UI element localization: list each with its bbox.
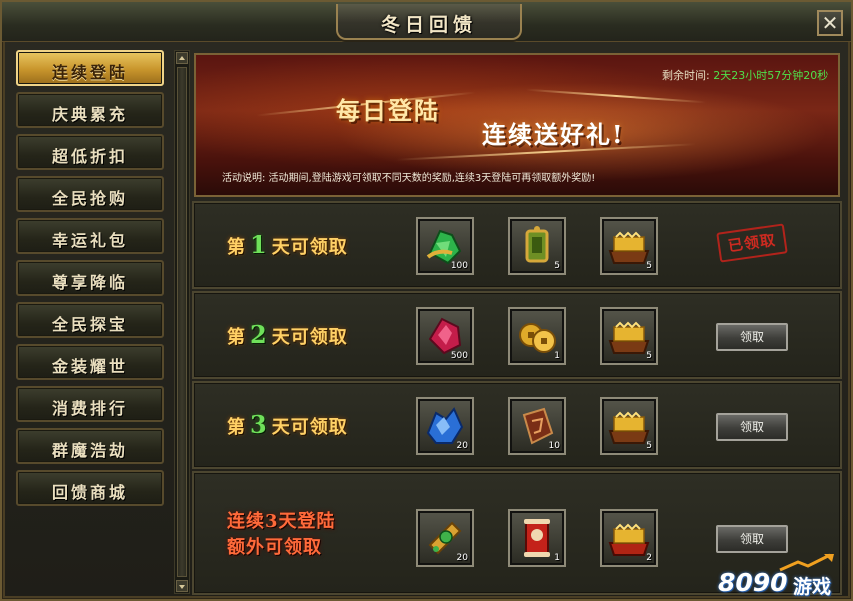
reward-slot[interactable]: 20 [416, 397, 474, 455]
scroll-down-icon[interactable] [176, 580, 188, 592]
item-count: 1 [554, 553, 560, 563]
event-window: 冬日回馈 ✕ 连续登陆 庆典累充 超低折扣 全民抢购 幸运礼包 尊享降临 全民探… [0, 0, 853, 601]
scroll-thumb[interactable] [177, 67, 187, 577]
gold-chest-icon [608, 411, 650, 444]
item-count: 20 [456, 441, 468, 451]
sidebar-item-celebration-recharge[interactable]: 庆典累充 [16, 92, 164, 128]
reward-slot[interactable]: 1 [508, 509, 566, 567]
light-streak [526, 88, 706, 104]
reward-slot[interactable]: 5 [600, 217, 658, 275]
item-count: 5 [646, 351, 652, 361]
scrollbar[interactable] [174, 50, 190, 594]
sidebar-item-flash-sale[interactable]: 全民抢购 [16, 176, 164, 212]
title-bar: 冬日回馈 ✕ [2, 2, 851, 42]
red-chest-icon [608, 523, 650, 556]
sidebar-item-label: 超低折扣 [51, 147, 128, 166]
item-count: 20 [456, 553, 468, 563]
sidebar-item-vip-arrival[interactable]: 尊享降临 [16, 260, 164, 296]
item-count: 500 [450, 351, 468, 361]
item-count: 10 [548, 441, 560, 451]
claim-button-day-2[interactable]: 领取 [716, 323, 788, 351]
site-watermark: 8090 游戏 [718, 550, 850, 598]
sidebar-item-label: 全民抢购 [51, 189, 128, 208]
item-count: 5 [646, 441, 652, 451]
watermark-text: 游戏 [793, 576, 832, 598]
item-count: 5 [646, 261, 652, 271]
banner-headline: 每日登陆 [336, 96, 440, 125]
gold-chest-icon [608, 321, 650, 354]
item-count: 1 [554, 351, 560, 361]
jade-token-icon [525, 226, 549, 263]
countdown-timer: 剩余时间: 2天23小时57分钟20秒 [662, 69, 829, 82]
reward-slot[interactable]: 2 [600, 509, 658, 567]
row-label: 第 1 天可领取 [227, 230, 348, 259]
reward-slot[interactable]: 500 [416, 307, 474, 365]
sidebar-item-label: 消费排行 [51, 399, 128, 418]
sidebar-item-treasure-hunt[interactable]: 全民探宝 [16, 302, 164, 338]
bonus-label: 连续3天登陆 额外可领取 [227, 509, 336, 561]
sidebar-item-demon-raid[interactable]: 群魔浩劫 [16, 428, 164, 464]
reward-slot[interactable]: 5 [508, 217, 566, 275]
sidebar-item-reward-shop[interactable]: 回馈商城 [16, 470, 164, 506]
sidebar-item-low-discount[interactable]: 超低折扣 [16, 134, 164, 170]
sidebar-item-label: 庆典累充 [51, 105, 128, 124]
bonus-label-line-1: 连续3天登陆 [227, 511, 336, 532]
scroll-up-icon[interactable] [176, 52, 188, 64]
sidebar-item-login-streak[interactable]: 连续登陆 [16, 50, 164, 86]
reward-slot[interactable]: 5 [600, 397, 658, 455]
close-button[interactable]: ✕ [817, 10, 843, 36]
event-description: 活动说明: 活动期间,登陆游戏可领取不同天数的奖励,连续3天登陆可再领取额外奖励… [222, 173, 596, 184]
sidebar-item-label: 幸运礼包 [51, 231, 128, 250]
row-label: 第 2 天可领取 [227, 320, 348, 349]
sidebar-item-label: 尊享降临 [51, 273, 128, 292]
sidebar-item-label: 连续登陆 [51, 63, 128, 82]
sidebar-item-label: 群魔浩劫 [51, 441, 128, 460]
sidebar-item-label: 金装耀世 [51, 357, 128, 376]
gold-chest-icon [608, 231, 650, 264]
sidebar-item-label: 回馈商城 [51, 483, 128, 502]
watermark-number: 8090 [718, 568, 788, 597]
row-label: 第 3 天可领取 [227, 410, 348, 439]
claim-button-bonus[interactable]: 领取 [716, 525, 788, 553]
reward-slot[interactable]: 20 [416, 509, 474, 567]
claimed-stamp: 已领取 [716, 223, 788, 263]
title-plate: 冬日回馈 [336, 4, 522, 40]
reward-slot[interactable]: 10 [508, 397, 566, 455]
sidebar: 连续登陆 庆典累充 超低折扣 全民抢购 幸运礼包 尊享降临 全民探宝 金装耀世 … [12, 48, 170, 596]
reward-row-day-3: 第 3 天可领取 20 10 5 领取 [192, 381, 842, 469]
bonus-label-line-2: 额外可领取 [227, 537, 322, 558]
reward-slot[interactable]: 100 [416, 217, 474, 275]
red-scroll-icon [524, 519, 550, 557]
item-count: 2 [646, 553, 652, 563]
gold-coin-icon [519, 323, 556, 353]
reward-slot[interactable]: 5 [600, 307, 658, 365]
close-icon: ✕ [821, 11, 839, 35]
claim-button-day-3[interactable]: 领取 [716, 413, 788, 441]
reward-row-day-1: 第 1 天可领取 100 5 5 已领取 [192, 201, 842, 289]
event-banner: 剩余时间: 2天23小时57分钟20秒 每日登陆 连续送好礼! 活动说明: 活动… [194, 53, 840, 197]
sidebar-item-spending-rank[interactable]: 消费排行 [16, 386, 164, 422]
reward-slot[interactable]: 1 [508, 307, 566, 365]
banner-subheadline: 连续送好礼! [482, 120, 625, 149]
sidebar-item-label: 全民探宝 [51, 315, 128, 334]
item-count: 100 [450, 261, 468, 271]
reward-row-day-2: 第 2 天可领取 500 1 5 领取 [192, 291, 842, 379]
window-title: 冬日回馈 [380, 14, 477, 36]
sidebar-item-lucky-pack[interactable]: 幸运礼包 [16, 218, 164, 254]
sidebar-item-golden-gear[interactable]: 金装耀世 [16, 344, 164, 380]
item-count: 5 [554, 261, 560, 271]
